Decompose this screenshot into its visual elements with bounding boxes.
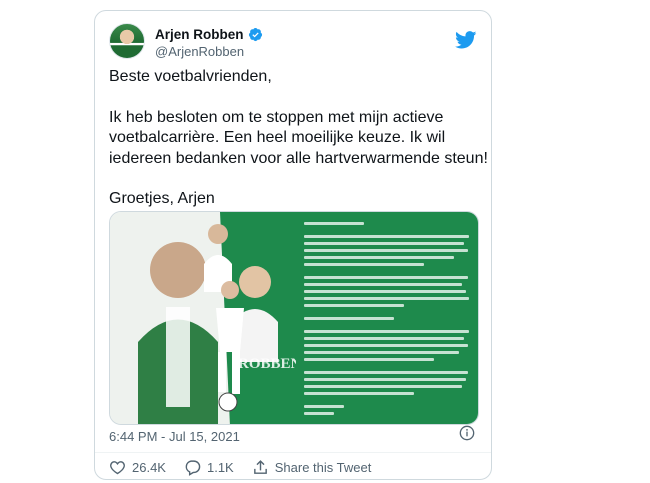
tweet-paragraph-signoff: Groetjes, Arjen: [109, 190, 215, 207]
author-name-row[interactable]: Arjen Robben: [155, 25, 263, 43]
reply-button[interactable]: 1.1K: [184, 459, 234, 476]
author-display-name[interactable]: Arjen Robben: [155, 27, 244, 42]
divider: [95, 452, 491, 453]
share-label: Share this Tweet: [274, 459, 372, 475]
tweet-paragraph-greeting: Beste voetbalvrienden,: [109, 68, 272, 85]
share-icon: [253, 459, 267, 474]
poster-illustration: ROBBEN: [110, 212, 296, 424]
verified-icon: [248, 27, 262, 41]
avatar[interactable]: [109, 23, 145, 59]
twitter-bird-icon[interactable]: [455, 31, 477, 49]
share-button[interactable]: Share this Tweet: [252, 459, 372, 476]
tweet-card[interactable]: Arjen Robben @ArjenRobben Beste voetbalv…: [94, 10, 492, 480]
farewell-poster-image: ROBBEN: [110, 212, 296, 424]
tweet-header: Arjen Robben @ArjenRobben: [109, 23, 479, 69]
tweet-paragraph-body: Ik heb besloten om te stoppen met mijn a…: [109, 108, 488, 167]
tweet-text: Beste voetbalvrienden, Ik heb besloten o…: [109, 67, 489, 210]
tweet-timestamp[interactable]: 6:44 PM - Jul 15, 2021: [109, 429, 240, 444]
reply-count: 1.1K: [206, 459, 234, 475]
tweet-actions: 26.4K 1.1K Share this Tweet: [109, 457, 389, 477]
poster-name: ROBBEN: [238, 356, 296, 372]
reply-icon: [185, 459, 201, 476]
heart-icon: [110, 460, 125, 474]
farewell-letter-image: [295, 212, 478, 424]
like-button[interactable]: 26.4K: [109, 459, 166, 476]
tweet-media-image[interactable]: ROBBEN: [109, 211, 479, 425]
like-count: 26.4K: [132, 459, 166, 475]
info-icon[interactable]: [459, 425, 475, 441]
author-handle[interactable]: @ArjenRobben: [155, 44, 244, 59]
